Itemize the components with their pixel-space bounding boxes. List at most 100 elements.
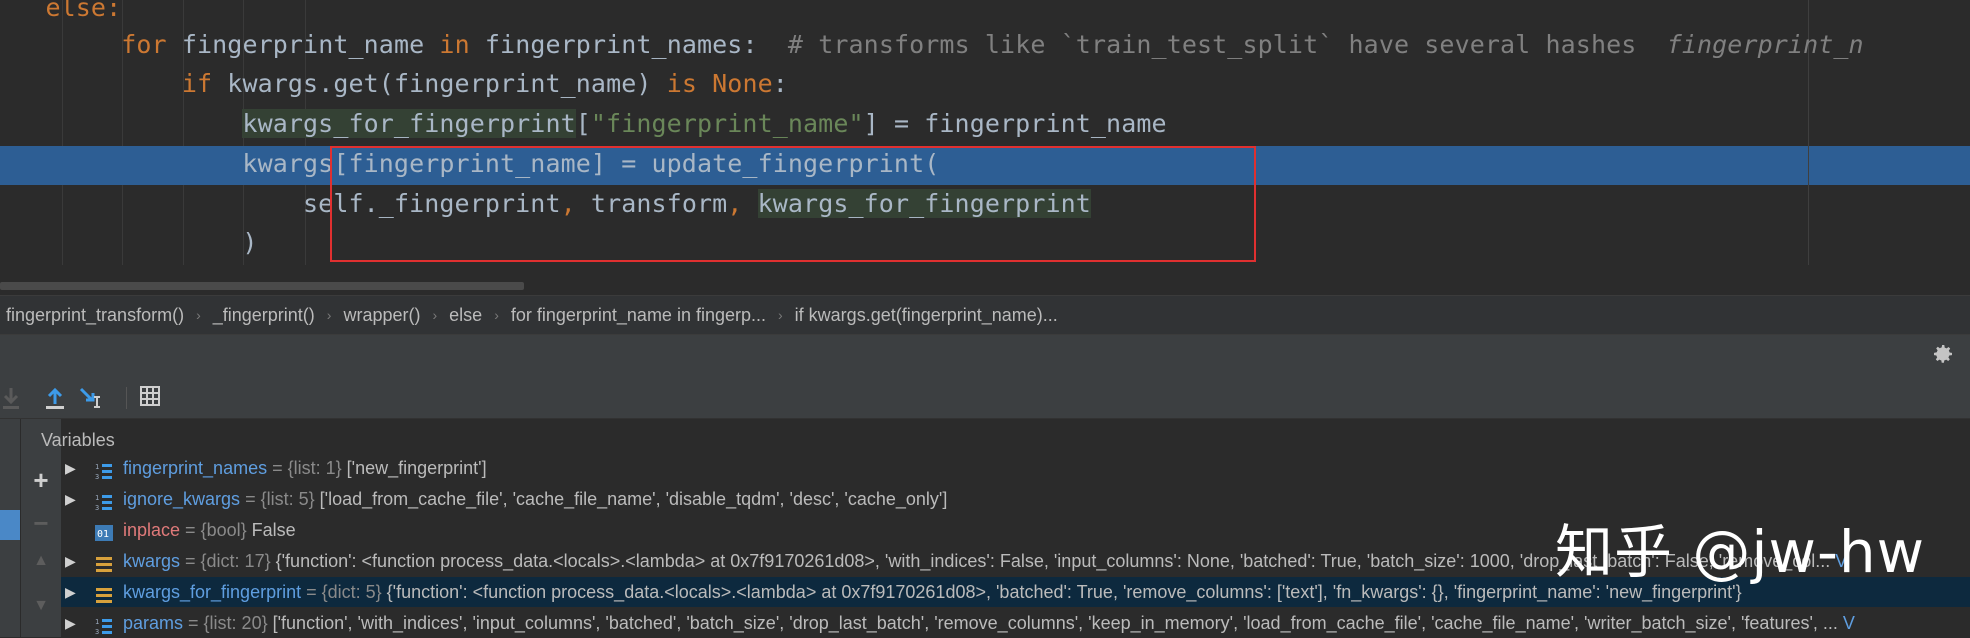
code-line[interactable]: else: [0,0,121,28]
code-line[interactable]: kwargs_for_fingerprint["fingerprint_name… [0,104,1167,144]
variable-value: False [251,520,296,540]
svg-text:3: 3 [95,473,99,480]
variable-value: ['load_from_cache_file', 'cache_file_nam… [319,489,948,509]
variable-equals: = [183,613,204,633]
expand-arrow-icon[interactable]: ▶ [65,453,81,483]
breadcrumb-item[interactable]: else [443,305,488,326]
breadcrumb-separator: › [326,307,332,323]
variable-text: fingerprint_names = {list: 1} ['new_fing… [123,453,487,483]
code-token: [ [575,109,591,138]
horizontal-scrollbar[interactable] [0,282,524,290]
step-out-icon[interactable] [42,385,68,411]
toolbar-separator [126,387,127,409]
expand-arrow-icon[interactable]: ▶ [65,546,81,576]
variable-type: {bool} [200,520,247,540]
breadcrumb-separator: › [432,307,438,323]
gear-icon[interactable] [1930,342,1956,368]
code-token: # transforms like `train_test_split` hav… [787,30,1667,59]
run-to-cursor-icon[interactable] [78,385,104,411]
variable-text: ignore_kwargs = {list: 5} ['load_from_ca… [123,484,947,514]
variable-name: kwargs [123,551,181,571]
variable-row[interactable]: ▶ 1 3 params = {list: 20} ['function', 'wit… [61,608,1970,638]
breadcrumb-separator: › [196,307,201,323]
move-up-icon[interactable]: ▲ [21,552,61,570]
add-watch-button[interactable]: + [21,465,61,496]
list-icon: 13 [95,490,113,512]
code-token: for [121,30,167,59]
code-token: ) [242,228,258,257]
code-token: fingerprint_name [166,30,440,59]
code-token: in [439,30,470,59]
evaluate-expression-icon[interactable] [139,385,165,411]
code-token: else: [45,0,122,22]
annotation-red-box [330,146,1256,262]
code-editor[interactable]: else: for fingerprint_name in fingerprin… [0,0,1970,295]
code-line[interactable]: if kwargs.get(fingerprint_name) is None: [0,64,788,104]
watermark: 知乎 @jw-hw [1555,518,1926,586]
code-token: fingerprint_n [1666,30,1864,59]
svg-text:1: 1 [95,463,99,471]
expand-arrow-icon[interactable]: ▶ [65,577,81,607]
code-token: fingerprint_names: [469,30,788,59]
svg-text:1: 1 [95,494,99,502]
variable-value: {'function': <function process_data.<loc… [386,582,1742,602]
dict-icon [95,552,113,572]
variable-name: fingerprint_names [123,458,268,478]
move-down-icon[interactable]: ▼ [21,597,61,615]
svg-text:3: 3 [95,628,99,635]
variable-text: inplace = {bool} False [123,515,296,545]
list-icon: 13 [95,614,113,636]
breadcrumb-item[interactable]: fingerprint_transform() [0,305,190,326]
variable-value: ['new_fingerprint'] [346,458,487,478]
variable-type: {dict: 5} [321,582,382,602]
code-token: ] = fingerprint_name [863,109,1167,138]
variable-equals: = [180,520,201,540]
variable-name: params [123,613,184,633]
breadcrumb: fingerprint_transform() › _fingerprint() › w… [0,295,1970,335]
expand-arrow-icon[interactable]: ▶ [65,484,81,514]
variable-equals: = [301,582,322,602]
breadcrumb-item[interactable]: _fingerprint() [207,305,321,326]
variable-text: params = {list: 20} ['function', 'with_i… [123,608,1855,638]
dict-icon [95,583,113,603]
view-more-link[interactable]: V [1838,613,1855,633]
frames-tab-indicator[interactable] [0,510,20,540]
code-token: kwargs_for_fingerprint [242,109,576,138]
variable-name: inplace [123,520,181,540]
debug-toolbar [0,377,1970,419]
code-line[interactable]: for fingerprint_name in fingerprint_name… [0,25,1864,65]
code-token: None [712,69,773,98]
variable-equals: = [240,489,261,509]
expand-arrow-icon[interactable]: ▶ [65,608,81,638]
breadcrumb-separator: › [778,307,783,323]
variable-equals: = [267,458,288,478]
code-token: if [181,69,213,98]
variable-type: {list: 20} [203,613,268,633]
svg-text:1: 1 [95,618,99,626]
step-into-disabled-icon[interactable] [0,385,26,411]
variable-type: {list: 1} [287,458,342,478]
breadcrumb-item[interactable]: wrapper() [337,305,426,326]
remove-watch-button[interactable]: − [21,508,61,539]
bool-icon: 01 [95,521,113,541]
variable-name: kwargs_for_fingerprint [123,582,302,602]
variable-text: kwargs_for_fingerprint = {dict: 5} {'fun… [123,577,1742,607]
code-token: is [666,69,697,98]
variable-type: {dict: 17} [200,551,271,571]
breadcrumb-item[interactable]: for fingerprint_name in fingerp... [505,305,772,326]
code-token: : [772,69,788,98]
code-line[interactable]: ) [0,223,258,263]
breadcrumb-separator: › [494,307,499,323]
variable-row[interactable]: ▶ 1 3 fingerprint_names = {list: 1} ['new_f… [61,453,1970,483]
breadcrumb-item[interactable]: if kwargs.get(fingerprint_name)... [789,305,1064,326]
code-token: "fingerprint_name" [590,109,864,138]
svg-text:01: 01 [97,529,109,540]
variables-title: Variables [41,430,115,450]
